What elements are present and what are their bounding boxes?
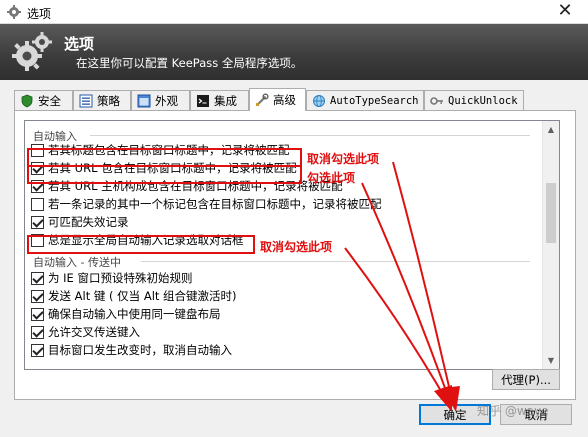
gear-icon <box>7 5 21 19</box>
group-divider <box>90 135 530 136</box>
checkbox[interactable] <box>31 325 44 339</box>
checkbox[interactable] <box>31 271 44 285</box>
gears-icon <box>12 32 52 71</box>
annotation-uncheck-2: 取消勾选此项 <box>260 240 333 254</box>
annotation-uncheck-1: 取消勾选此项 <box>307 152 380 166</box>
tab-quickunlock[interactable]: QuickUnlock <box>424 90 524 110</box>
close-button[interactable]: ✕ <box>542 0 588 24</box>
banner-title: 选项 <box>64 35 95 53</box>
header-banner: 选项 在这里你可以配置 KeePass 全局程序选项。 <box>0 24 588 80</box>
tab-appearance[interactable]: 外观 <box>131 90 190 110</box>
vertical-scrollbar[interactable]: ▲ ▼ <box>542 121 559 369</box>
checkbox[interactable] <box>31 289 44 303</box>
list-item[interactable]: 为 IE 窗口预设特殊初始规则 <box>31 270 192 286</box>
checkbox[interactable] <box>31 307 44 321</box>
globe-icon <box>313 94 325 107</box>
list-item[interactable]: 若一条记录的其中一个标记包含在目标窗口标题中，记录将被匹配 <box>31 196 382 212</box>
scroll-up-icon[interactable]: ▲ <box>543 121 559 138</box>
list-item[interactable]: 允许交叉传送键入 <box>31 324 140 340</box>
window-icon <box>137 94 151 107</box>
annotation-check: 勾选此项 <box>307 171 356 185</box>
watermark: 知乎 @waye <box>477 404 549 418</box>
window-title: 选项 <box>27 7 52 21</box>
title-bar: 选项 ✕ <box>0 0 588 24</box>
tools-icon <box>256 93 269 106</box>
checkbox[interactable] <box>31 343 44 357</box>
scroll-down-icon[interactable]: ▼ <box>543 352 559 369</box>
shield-icon <box>21 94 33 107</box>
tab-policy[interactable]: 策略 <box>73 90 131 110</box>
checkbox[interactable] <box>31 215 44 229</box>
list-item[interactable]: 确保自动输入中使用同一键盘布局 <box>31 306 221 322</box>
annotation-box <box>27 165 302 184</box>
banner-subtitle: 在这里你可以配置 KeePass 全局程序选项。 <box>76 56 303 70</box>
list-item[interactable]: 可匹配失效记录 <box>31 214 129 230</box>
tab-security[interactable]: 安全 <box>14 90 73 110</box>
console-icon <box>197 94 209 107</box>
list-icon <box>79 94 93 107</box>
key-icon <box>430 96 443 105</box>
tab-autotypesearch[interactable]: AutoTypeSearch <box>306 90 424 110</box>
scroll-thumb[interactable] <box>546 183 556 243</box>
annotation-box <box>27 235 255 254</box>
proxy-button[interactable]: 代理(P)... <box>492 369 560 390</box>
tab-integration[interactable]: 集成 <box>190 90 249 110</box>
list-item[interactable]: 目标窗口发生改变时，取消自动输入 <box>31 342 232 358</box>
list-item[interactable]: 发送 Alt 键 ( 仅当 Alt 组合键激活时) <box>31 288 237 304</box>
tab-advanced[interactable]: 高级 <box>249 88 306 111</box>
checkbox[interactable] <box>31 197 44 211</box>
group-header-auto-type-sending: 自动输入 - 传送中 <box>33 256 121 269</box>
group-divider <box>141 261 530 262</box>
